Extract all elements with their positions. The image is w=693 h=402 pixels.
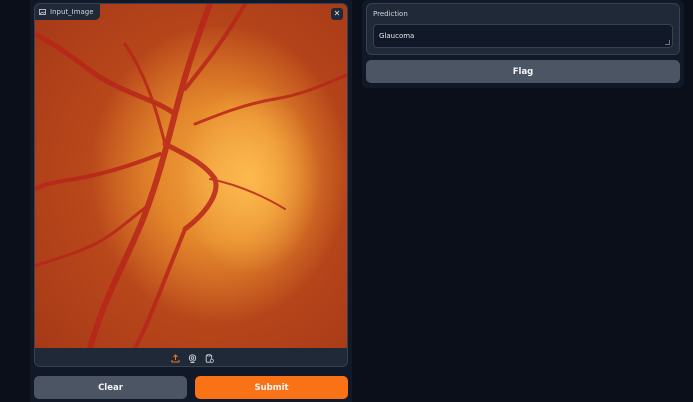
prediction-block: Prediction Glaucoma bbox=[366, 3, 680, 55]
submit-button[interactable]: Submit bbox=[195, 376, 348, 399]
image-input[interactable]: Input_Image ✕ bbox=[34, 3, 348, 367]
input-image-label: Input_Image bbox=[35, 4, 100, 20]
image-icon bbox=[39, 9, 46, 15]
input-image-label-text: Input_Image bbox=[50, 8, 94, 16]
fundus-image bbox=[35, 4, 347, 348]
clear-button[interactable]: Clear bbox=[34, 376, 187, 399]
upload-icon[interactable] bbox=[170, 353, 180, 363]
prediction-label: Prediction bbox=[373, 10, 408, 18]
prediction-value: Glaucoma bbox=[379, 32, 415, 40]
image-source-toolbar bbox=[35, 348, 347, 366]
flag-button[interactable]: Flag bbox=[366, 60, 680, 83]
retinal-vessels bbox=[35, 4, 347, 348]
prediction-output-field[interactable]: Glaucoma bbox=[373, 24, 673, 48]
webcam-icon[interactable] bbox=[187, 353, 197, 363]
clipboard-icon[interactable] bbox=[204, 353, 214, 363]
resize-handle-icon[interactable] bbox=[665, 40, 670, 45]
close-icon[interactable]: ✕ bbox=[331, 8, 343, 20]
